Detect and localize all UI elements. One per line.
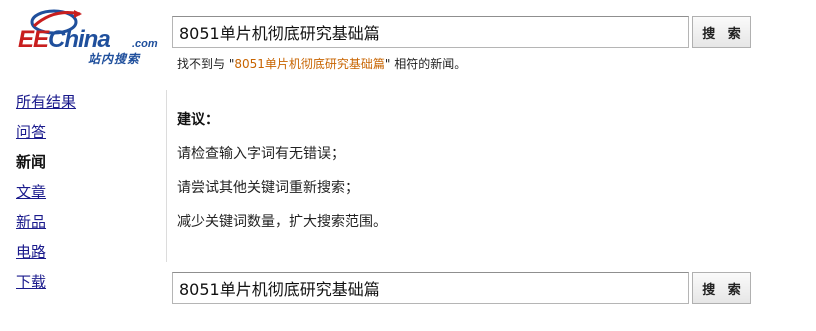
logo-subtitle: 站内搜索 bbox=[88, 52, 141, 66]
search-input-bottom[interactable] bbox=[172, 272, 689, 304]
suggestions-title: 建议： bbox=[177, 112, 219, 128]
sidebar-item-articles[interactable]: 文章 bbox=[16, 182, 116, 212]
suggestion-line: 减少关键词数量，扩大搜索范围。 bbox=[177, 214, 387, 230]
suggestion-line: 请尝试其他关键词重新搜索； bbox=[177, 180, 359, 196]
sidebar-item-qa[interactable]: 问答 bbox=[16, 122, 116, 152]
sidebar-divider bbox=[166, 90, 167, 262]
sidebar-item-circuits[interactable]: 电路 bbox=[16, 242, 116, 272]
suggestions-panel: 建议： 请检查输入字词有无错误； 请尝试其他关键词重新搜索； 减少关键词数量，扩… bbox=[177, 111, 737, 247]
category-sidebar: 所有结果 问答 新闻 文章 新品 电路 下载 bbox=[16, 92, 116, 302]
sidebar-item-all-results[interactable]: 所有结果 bbox=[16, 92, 116, 122]
search-input[interactable] bbox=[172, 16, 689, 48]
search-button[interactable]: 搜 索 bbox=[692, 16, 751, 48]
suggestion-line: 请检查输入字词有无错误； bbox=[177, 146, 345, 162]
logo-dotcom: .com bbox=[132, 38, 158, 50]
sidebar-item-news: 新闻 bbox=[16, 153, 47, 171]
sidebar-item-new-products[interactable]: 新品 bbox=[16, 212, 116, 242]
sidebar-item-downloads[interactable]: 下载 bbox=[16, 272, 116, 302]
eechina-logo[interactable]: EEChina .com 站内搜索 bbox=[14, 6, 164, 72]
no-results-message: 找不到与 "8051单片机彻底研究基础篇" 相符的新闻。 bbox=[177, 57, 467, 71]
no-results-query: 8051单片机彻底研究基础篇 bbox=[234, 57, 385, 71]
logo-wordmark: EEChina bbox=[18, 26, 111, 53]
search-button-bottom[interactable]: 搜 索 bbox=[692, 272, 751, 304]
